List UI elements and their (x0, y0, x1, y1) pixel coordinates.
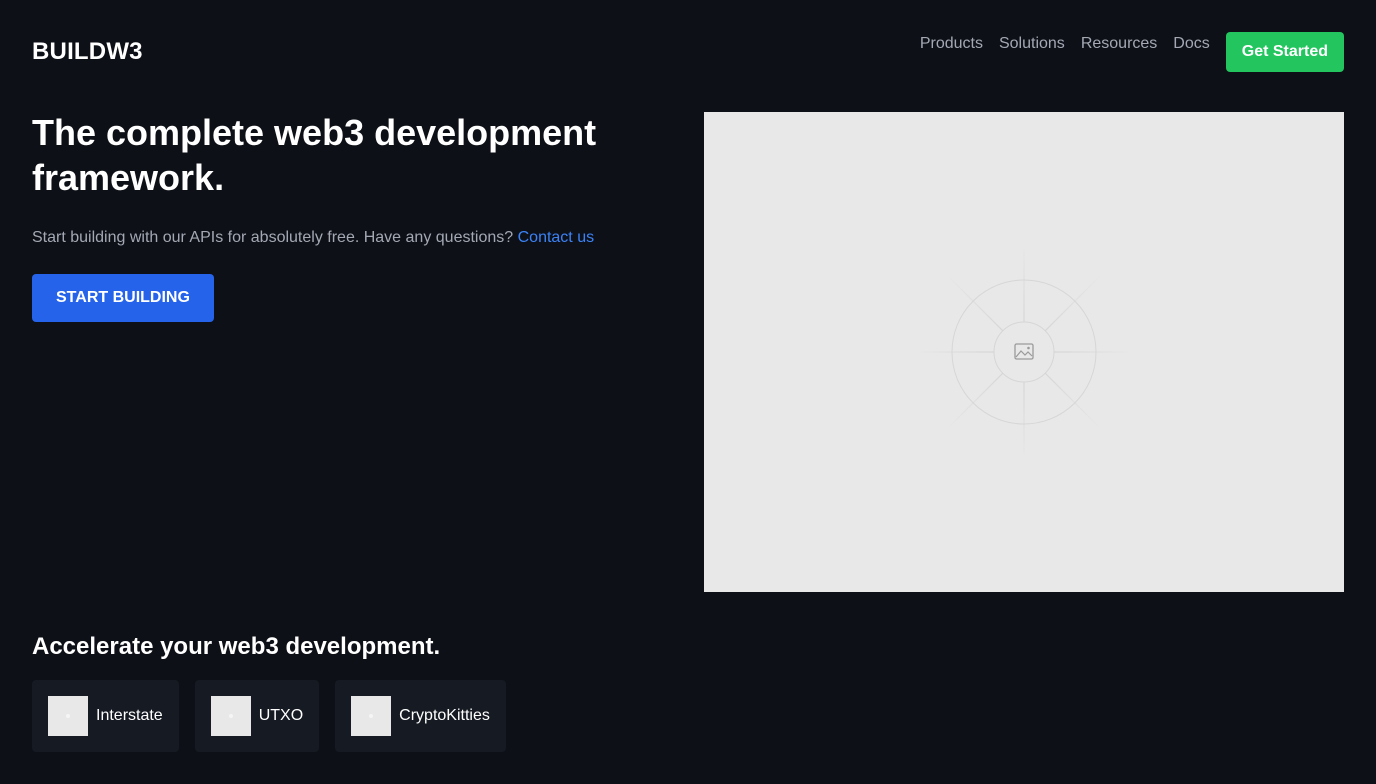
partner-name: CryptoKitties (399, 707, 490, 724)
partner-logo-placeholder (351, 696, 392, 736)
image-placeholder-graphic (914, 242, 1134, 462)
nav-link-docs[interactable]: Docs (1173, 32, 1209, 56)
brand-logo[interactable]: BUILDW3 (32, 38, 143, 66)
nav-link-products[interactable]: Products (920, 32, 983, 56)
top-nav: Products Solutions Resources Docs Get St… (920, 32, 1344, 72)
partner-list: Interstate UTXO CryptoKitties (32, 680, 522, 752)
partner-logo-placeholder (210, 696, 251, 736)
start-building-button[interactable]: START BUILDING (32, 274, 214, 322)
section-title: Accelerate your web3 development. (32, 633, 441, 660)
partner-logo-placeholder (48, 696, 88, 736)
partner-name: Interstate (96, 707, 163, 724)
hero-image-placeholder (704, 112, 1344, 592)
hero-subtitle: Start building with our APIs for absolut… (32, 228, 594, 248)
contact-us-link[interactable]: Contact us (518, 229, 594, 246)
nav-link-resources[interactable]: Resources (1081, 32, 1157, 56)
partner-card-interstate[interactable]: Interstate (32, 680, 179, 752)
partner-name: UTXO (258, 707, 304, 724)
partner-card-cryptokitties[interactable]: CryptoKitties (335, 680, 506, 752)
hero-subtitle-text: Start building with our APIs for absolut… (32, 229, 514, 246)
hero-title: The complete web3 development framework. (32, 112, 597, 198)
nav-link-solutions[interactable]: Solutions (999, 32, 1065, 56)
partner-card-utxo[interactable]: UTXO (194, 680, 320, 752)
get-started-button[interactable]: Get Started (1225, 32, 1344, 72)
